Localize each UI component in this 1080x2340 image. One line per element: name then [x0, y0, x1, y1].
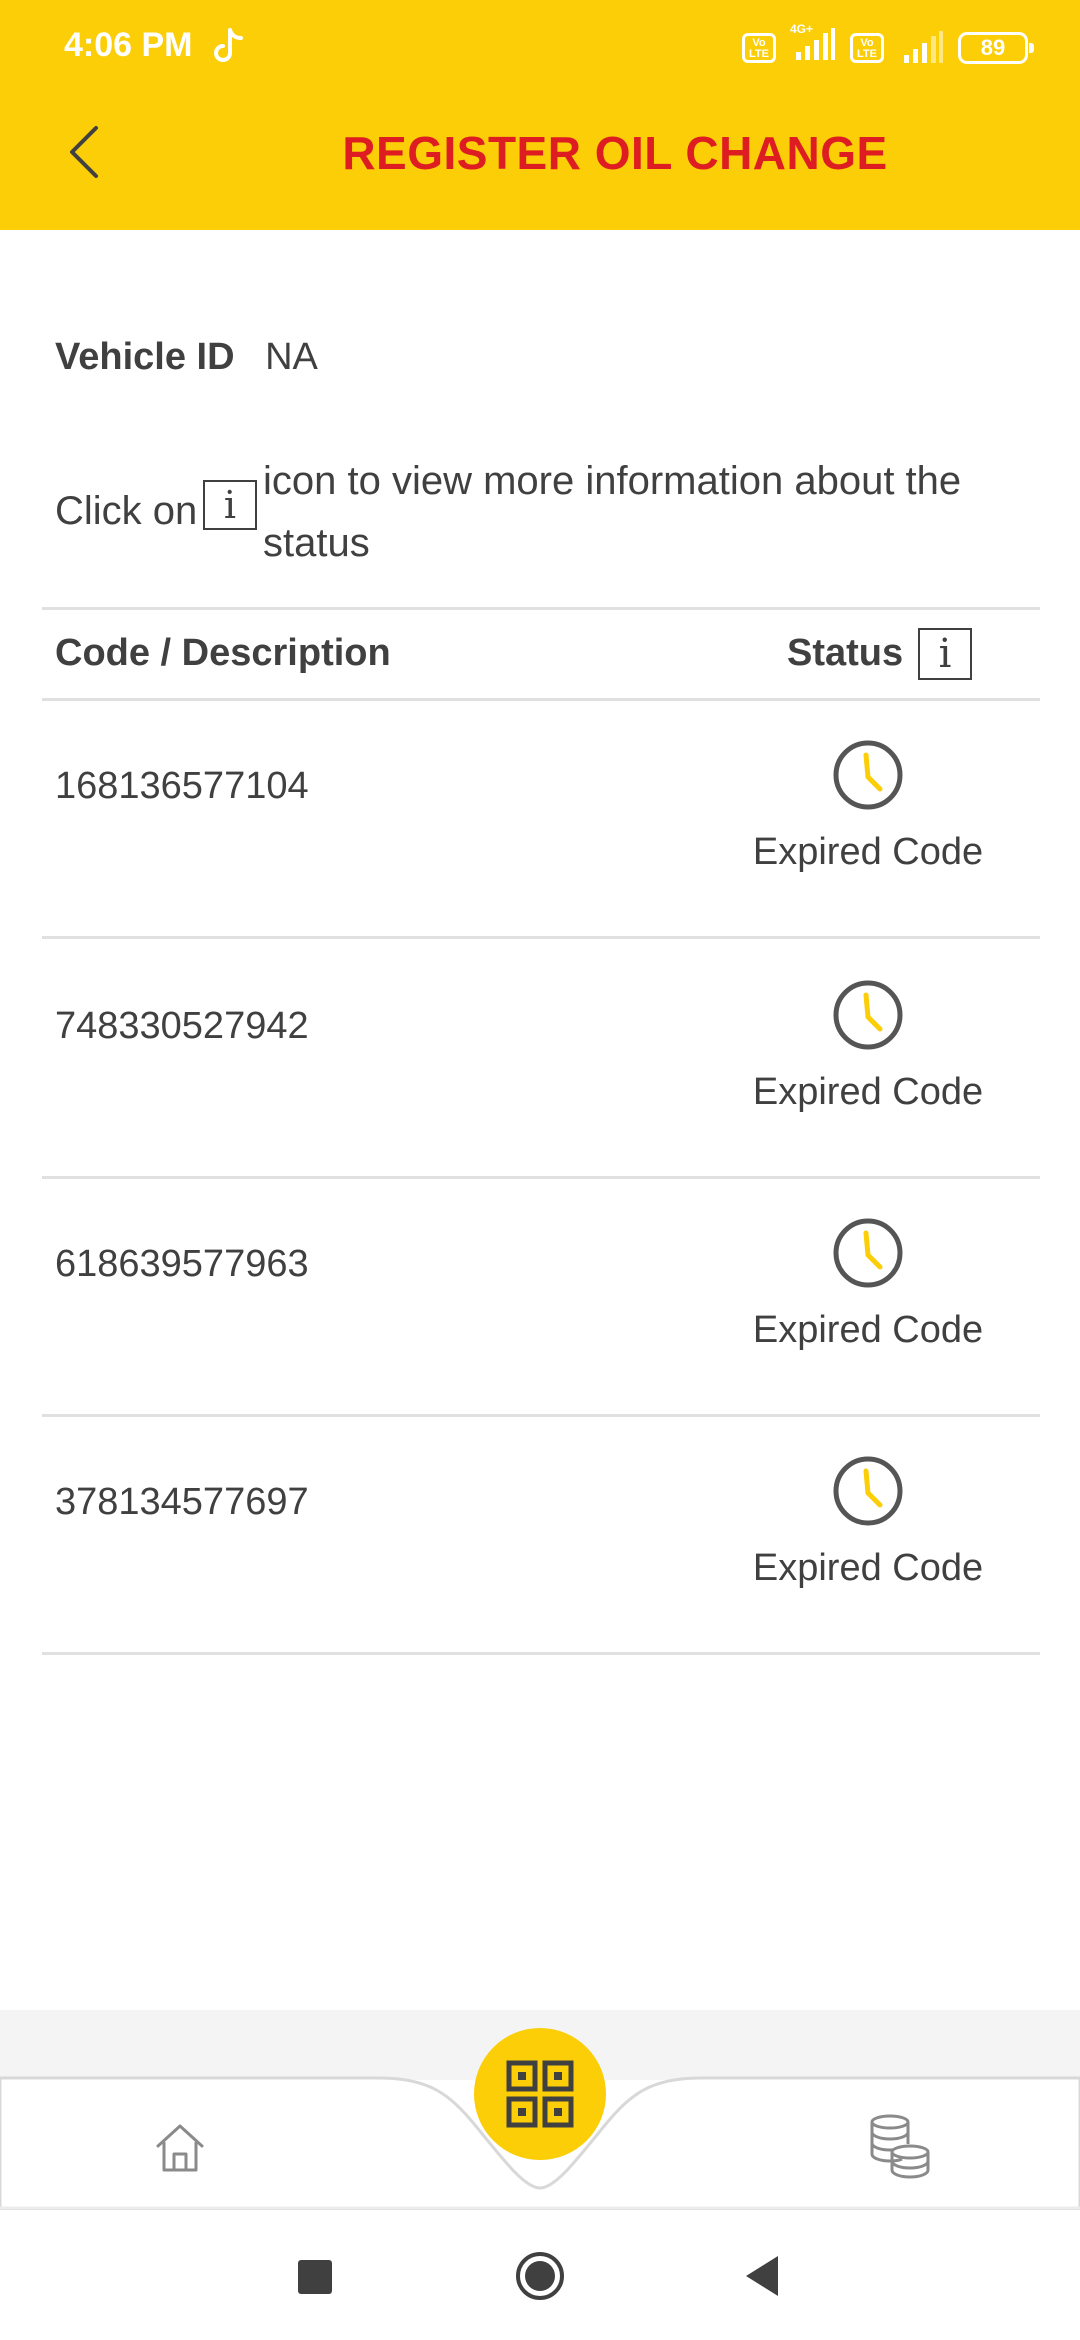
qr-code-icon — [506, 2060, 574, 2128]
info-icon: i — [203, 480, 257, 530]
system-icons: Vo LTE 4G+ Vo LTE 89 — [742, 22, 1034, 67]
status-info-icon[interactable]: i — [918, 628, 972, 680]
app-header: 4:06 PM Vo LTE 4G+ Vo LTE 89 REGISTER OI… — [0, 0, 1080, 230]
table-row: 618639577963 Expired Code — [42, 1179, 1040, 1417]
recent-apps-button[interactable] — [298, 2260, 332, 2294]
column-header-code: Code / Description — [55, 632, 391, 674]
row-status: Expired Code — [752, 1547, 984, 1589]
signal-strength-sim1-icon: 4G+ — [790, 22, 836, 67]
row-code: 378134577697 — [55, 1481, 309, 1523]
scan-qr-button[interactable] — [474, 2028, 606, 2160]
vehicle-id-label: Vehicle ID — [55, 336, 235, 378]
home-icon[interactable] — [150, 2118, 210, 2178]
row-code: 618639577963 — [55, 1243, 309, 1285]
volte-icon: Vo LTE — [850, 32, 884, 63]
table-row: 378134577697 Expired Code — [42, 1417, 1040, 1655]
bottom-navigation — [0, 2010, 1080, 2210]
status-time: 4:06 PM — [64, 26, 193, 64]
coins-icon[interactable] — [866, 2110, 932, 2180]
column-header-status: Status — [787, 632, 904, 674]
table-row: 168136577104 Expired Code — [42, 701, 1040, 939]
system-back-button[interactable] — [742, 2254, 782, 2298]
signal-strength-sim2-icon — [904, 30, 943, 63]
clock-icon — [833, 1218, 903, 1288]
clock-icon — [833, 740, 903, 810]
table-row: 748330527942 Expired Code — [42, 941, 1040, 1179]
battery-icon: 89 — [958, 31, 1034, 64]
page-title: REGISTER OIL CHANGE — [342, 127, 888, 179]
divider — [42, 607, 1040, 610]
clock-icon — [833, 980, 903, 1050]
vehicle-id-row: Vehicle ID NA — [55, 336, 318, 379]
row-code: 168136577104 — [55, 765, 309, 807]
vehicle-id-value: NA — [265, 336, 318, 378]
system-navigation-bar — [0, 2210, 1080, 2340]
volte-icon: Vo LTE — [742, 32, 776, 63]
row-status: Expired Code — [752, 831, 984, 873]
row-code: 748330527942 — [55, 1005, 309, 1047]
info-rest-text: icon to view more information about the … — [263, 459, 962, 565]
status-bar: 4:06 PM Vo LTE 4G+ Vo LTE 89 — [0, 0, 1080, 100]
row-status: Expired Code — [752, 1071, 984, 1113]
clock-icon — [833, 1456, 903, 1526]
system-home-button[interactable] — [514, 2250, 566, 2302]
row-status: Expired Code — [752, 1309, 984, 1351]
info-prefix-text: Click on — [55, 489, 198, 533]
tiktok-icon — [214, 28, 243, 62]
